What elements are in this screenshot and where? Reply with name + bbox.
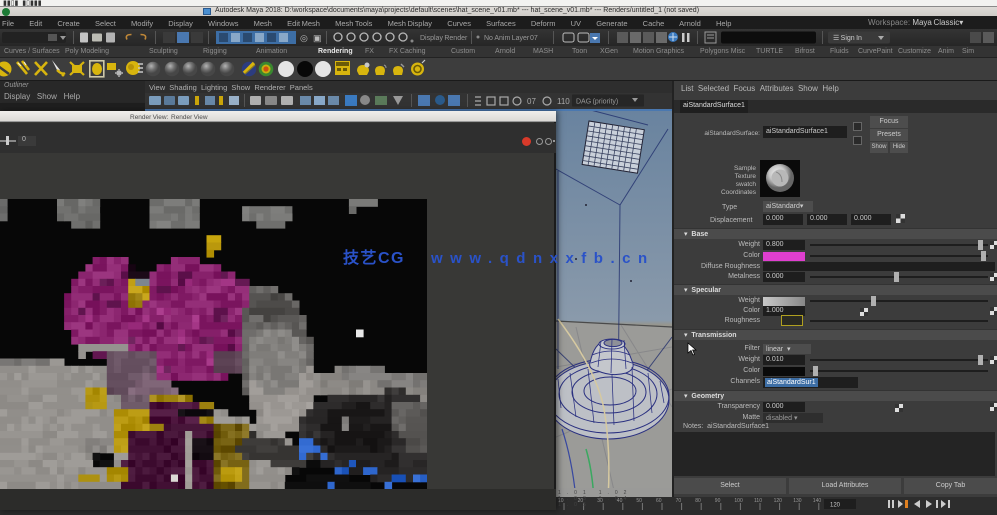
svg-text:Display Render: Display Render [420, 35, 468, 42]
svg-text:120: 120 [774, 498, 783, 504]
svg-text:130: 130 [793, 498, 802, 504]
svg-text:70: 70 [676, 498, 682, 504]
svg-text:07: 07 [527, 97, 536, 106]
svg-text:110: 110 [754, 498, 762, 504]
svg-text:◎: ◎ [300, 33, 308, 43]
svg-text:DAG (priority): DAG (priority) [576, 99, 618, 106]
svg-text:80: 80 [695, 498, 701, 504]
svg-text:100: 100 [734, 498, 743, 504]
svg-text:120: 120 [830, 503, 841, 509]
svg-text:☰ Sign In: ☰ Sign In [833, 35, 862, 42]
svg-text:110: 110 [557, 97, 570, 106]
svg-text:140: 140 [813, 498, 822, 504]
svg-text:07: 07 [530, 35, 538, 42]
svg-text:90: 90 [715, 498, 721, 504]
svg-text:▣: ▣ [313, 33, 322, 43]
svg-text:No Anim Layer: No Anim Layer [484, 35, 530, 42]
